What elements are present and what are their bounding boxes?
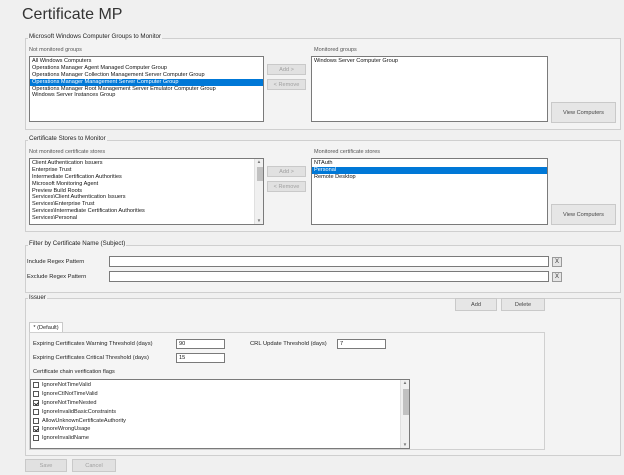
store-list-item[interactable]: Services\Client Authentication Issuers [30, 194, 254, 201]
verification-flags-list[interactable]: IgnoreNotTimeValid IgnoreCtlNotTimeValid I… [30, 379, 410, 449]
group-list-item[interactable]: All Windows Computers [30, 58, 263, 65]
flag-checkbox[interactable] [33, 435, 39, 442]
flags-scroll-thumb[interactable] [402, 389, 409, 415]
scroll-thumb[interactable] [256, 167, 263, 181]
view-computers-stores-button[interactable]: View Computers [551, 204, 616, 225]
flags-scrollbar[interactable]: ▲ ▼ [400, 380, 409, 448]
exclude-regex-input[interactable] [109, 271, 549, 282]
issuer-title: Issuer [28, 294, 47, 301]
store-list-item[interactable]: Enterprise Trust [30, 167, 254, 174]
flag-checkbox[interactable] [33, 426, 39, 433]
group-list-item[interactable]: Operations Manager Agent Managed Compute… [30, 65, 263, 72]
store-list-item[interactable]: Microsoft Monitoring Agent [30, 181, 254, 188]
cert-stores-title: Certificate Stores to Monitor [28, 135, 107, 142]
flag-row[interactable]: IgnoreNotTimeNested [31, 399, 409, 408]
flag-checkbox[interactable] [33, 417, 39, 424]
flag-label: IgnoreCtlNotTimeValid [42, 391, 98, 398]
group-list-item[interactable]: Operations Manager Management Server Com… [30, 78, 263, 86]
flag-checkbox[interactable] [33, 399, 39, 406]
monitored-groups-list[interactable]: Windows Server Computer Group [311, 56, 548, 122]
flag-row[interactable]: IgnoreCtlNotTimeValid [31, 390, 409, 399]
delete-issuer-button[interactable]: Delete [501, 298, 545, 311]
add-store-button[interactable]: Add > [267, 166, 306, 177]
group-list-item[interactable]: Operations Manager Root Management Serve… [30, 86, 263, 93]
flag-label: IgnoreInvalidBasicConstraints [42, 408, 116, 415]
store-list-item[interactable]: Client Authentication Issuers [30, 160, 254, 167]
flag-label: IgnoreInvalidName [42, 435, 89, 442]
not-monitored-groups-list[interactable]: All Windows Computers Operations Manager … [29, 56, 264, 122]
flag-label: IgnoreWrongUsage [42, 426, 91, 433]
not-monitored-stores-list[interactable]: Client Authentication Issuers Enterprise … [29, 158, 264, 225]
store-list-item[interactable]: Services\Intermediate Certification Auth… [30, 208, 254, 215]
flags-label: Certificate chain verification flags [33, 369, 115, 375]
flag-label: IgnoreNotTimeNested [42, 399, 97, 406]
include-regex-input[interactable] [109, 256, 549, 267]
flags-scroll-up-icon[interactable]: ▲ [401, 380, 409, 386]
include-regex-label: Include Regex Pattern [27, 259, 85, 265]
monitored-stores-label: Monitored certificate stores [314, 149, 381, 155]
crl-threshold-label: CRL Update Threshold (days) [250, 341, 327, 347]
store-list-item[interactable]: Preview Build Roots [30, 188, 254, 195]
clear-include-button[interactable]: X [552, 257, 562, 267]
store-list-item[interactable]: Services\Personal [30, 215, 254, 222]
flag-row[interactable]: IgnoreWrongUsage [31, 425, 409, 434]
flag-checkbox[interactable] [33, 391, 39, 398]
flags-scroll-down-icon[interactable]: ▼ [401, 442, 409, 448]
monitored-groups-label: Monitored groups [314, 47, 357, 53]
scroll-up-icon[interactable]: ▲ [255, 159, 263, 165]
store-list-item[interactable]: Services\Enterprise Trust [30, 201, 254, 208]
remove-group-button[interactable]: < Remove [267, 79, 306, 90]
monitored-store-item[interactable]: NTAuth [312, 160, 547, 167]
crl-threshold-input[interactable]: 7 [337, 339, 386, 349]
monitored-store-item[interactable]: Personal [312, 166, 547, 174]
group-list-item[interactable]: Operations Manager Collection Management… [30, 72, 263, 79]
computer-groups-title: Microsoft Windows Computer Groups to Mon… [28, 33, 163, 40]
clear-exclude-button[interactable]: X [552, 272, 562, 282]
filter-section [25, 245, 621, 293]
not-monitored-groups-label: Not monitored groups [29, 47, 82, 53]
add-issuer-button[interactable]: Add [455, 298, 497, 311]
stores-scrollbar[interactable]: ▲ ▼ [254, 159, 263, 224]
flag-label: IgnoreNotTimeValid [42, 382, 91, 389]
flag-row[interactable]: IgnoreInvalidName [31, 434, 409, 443]
not-monitored-stores-label: Not monitored certificate stores [29, 149, 106, 155]
warning-threshold-input[interactable]: 90 [176, 339, 225, 349]
scroll-down-icon[interactable]: ▼ [255, 218, 263, 224]
flag-checkbox[interactable] [33, 408, 39, 415]
monitored-group-item[interactable]: Windows Server Computer Group [312, 58, 547, 65]
save-button[interactable]: Save [25, 459, 67, 472]
group-list-item[interactable]: Windows Server Instances Group [30, 92, 263, 99]
monitored-store-item[interactable]: Remote Desktop [312, 174, 547, 181]
flag-checkbox[interactable] [33, 382, 39, 389]
exclude-regex-label: Exclude Regex Pattern [27, 274, 87, 280]
monitored-stores-list[interactable]: NTAuth Personal Remote Desktop [311, 158, 548, 225]
store-list-item[interactable]: Intermediate Certification Authorities [30, 174, 254, 181]
view-computers-groups-button[interactable]: View Computers [551, 102, 616, 123]
warning-threshold-label: Expiring Certificates Warning Threshold … [33, 341, 153, 347]
add-group-button[interactable]: Add > [267, 64, 306, 75]
cancel-button[interactable]: Cancel [72, 459, 116, 472]
flag-label: AllowUnknownCertificateAuthority [42, 417, 126, 424]
page-title: Certificate MP [22, 6, 123, 23]
flag-row[interactable]: IgnoreNotTimeValid [31, 381, 409, 390]
flag-row[interactable]: AllowUnknownCertificateAuthority [31, 416, 409, 425]
remove-store-button[interactable]: < Remove [267, 181, 306, 192]
critical-threshold-label: Expiring Certificates Critical Threshold… [33, 355, 149, 361]
critical-threshold-input[interactable]: 15 [176, 353, 225, 363]
flag-row[interactable]: IgnoreInvalidBasicConstraints [31, 407, 409, 416]
filter-title: Filter by Certificate Name (Subject) [28, 240, 127, 247]
